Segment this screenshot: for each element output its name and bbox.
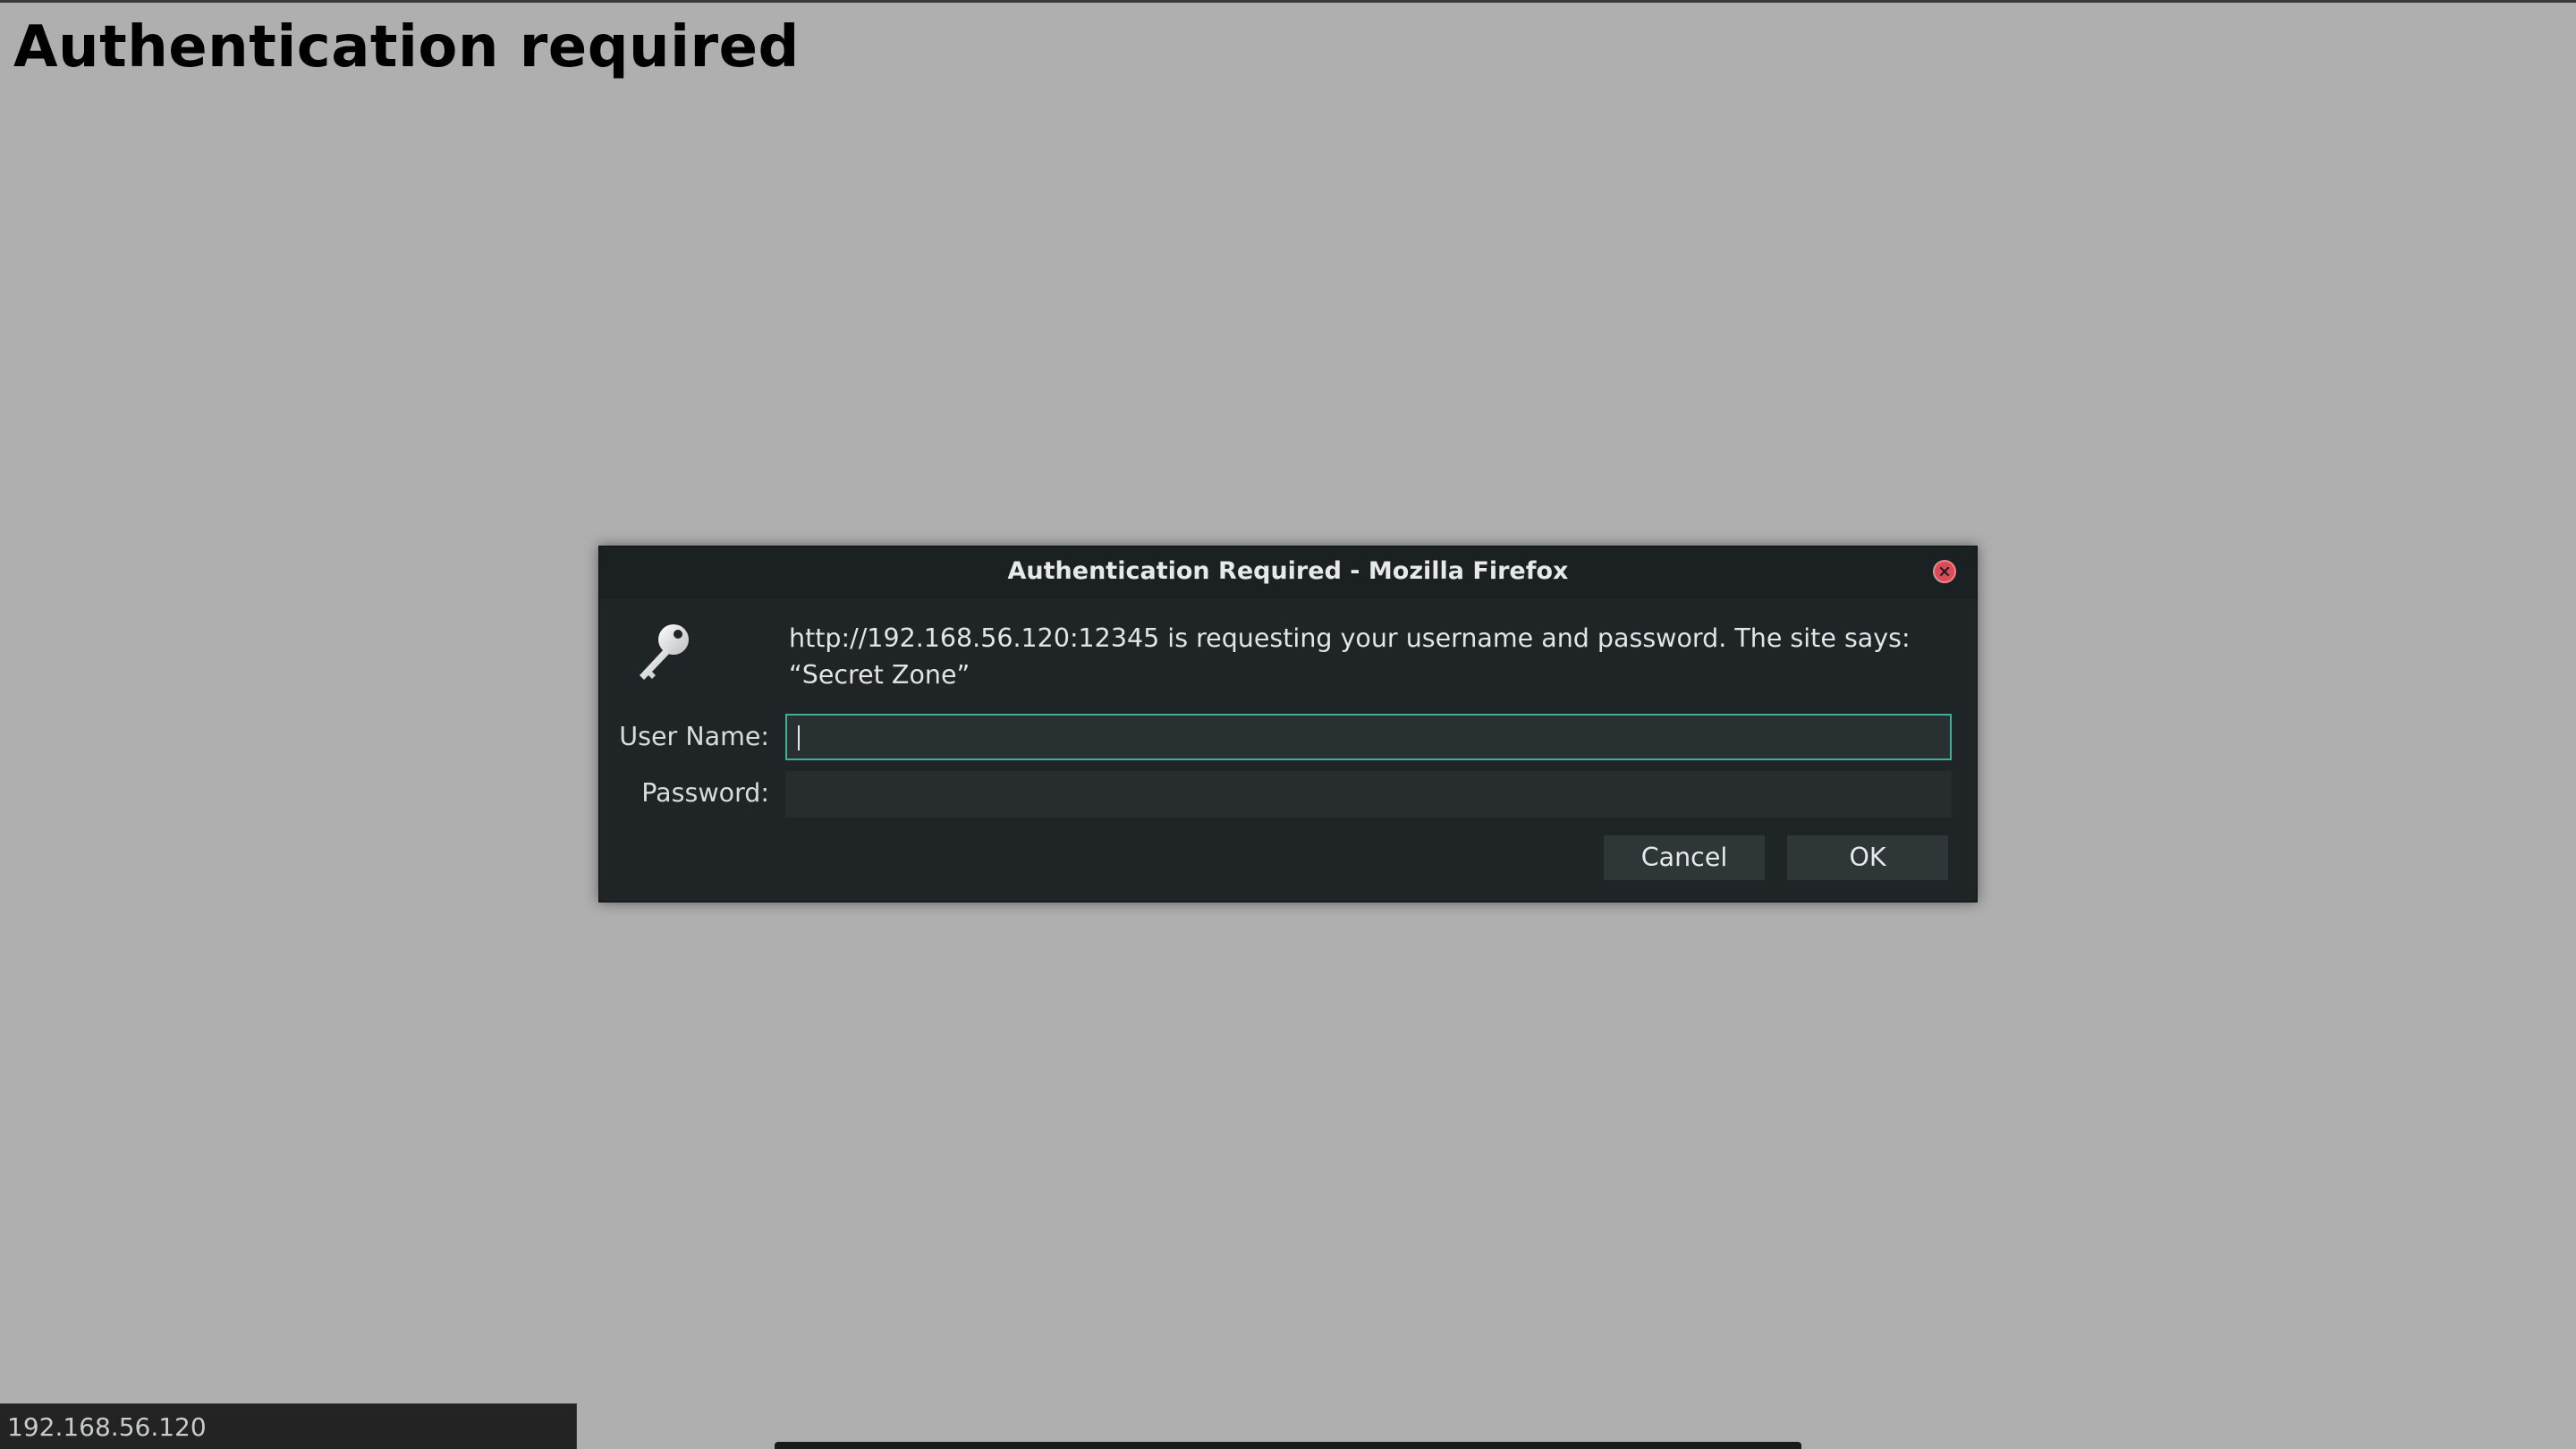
status-bar: 192.168.56.120 bbox=[0, 1403, 577, 1449]
username-label: User Name: bbox=[619, 722, 769, 751]
ok-button[interactable]: OK bbox=[1787, 835, 1948, 880]
page-title: Authentication required bbox=[13, 14, 800, 80]
key-icon bbox=[629, 616, 700, 688]
dialog-titlebar[interactable]: Authentication Required - Mozilla Firefo… bbox=[599, 547, 1977, 597]
status-url: 192.168.56.120 bbox=[7, 1412, 207, 1442]
text-caret bbox=[798, 725, 800, 750]
password-label: Password: bbox=[641, 778, 769, 808]
username-input[interactable] bbox=[785, 714, 1952, 760]
close-icon bbox=[1939, 566, 1950, 577]
taskbar-edge bbox=[775, 1442, 1801, 1449]
password-input[interactable] bbox=[785, 771, 1952, 818]
cancel-button[interactable]: Cancel bbox=[1604, 835, 1765, 880]
dialog-title: Authentication Required - Mozilla Firefo… bbox=[1007, 557, 1569, 585]
close-button[interactable] bbox=[1933, 560, 1956, 583]
auth-dialog: Authentication Required - Mozilla Firefo… bbox=[598, 546, 1978, 902]
window-top-border bbox=[0, 0, 2576, 3]
auth-message: http://192.168.56.120:12345 is requestin… bbox=[789, 623, 1911, 690]
